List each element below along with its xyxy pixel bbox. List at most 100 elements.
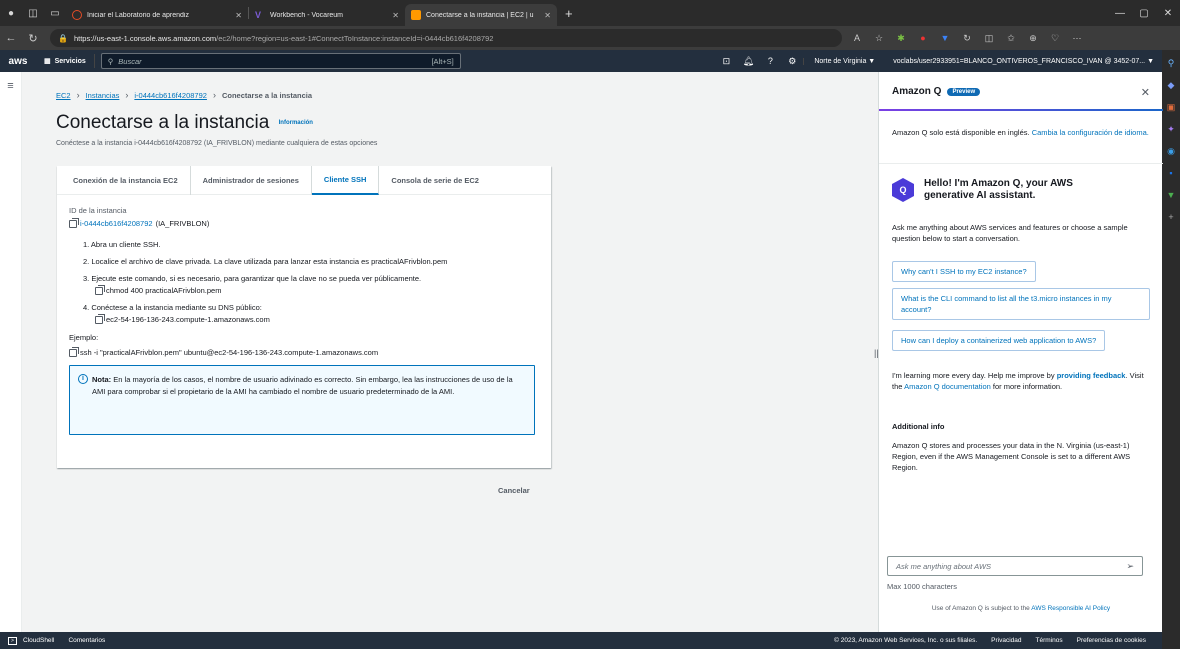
lock-icon: 🔒 — [58, 33, 68, 43]
back-icon[interactable]: ← — [0, 32, 22, 44]
cloudshell-icon[interactable]: ⊡ — [715, 56, 737, 67]
q-terms: Use of Amazon Q is subject to the AWS Re… — [879, 605, 1163, 612]
tab-ec2-instance-connect[interactable]: Conexión de la instancia EC2 — [61, 165, 191, 195]
shopping-icon[interactable]: ◆ — [1162, 76, 1180, 94]
restore-icon[interactable]: ▢ — [1132, 0, 1156, 26]
extension-icon[interactable]: ▼ — [934, 33, 956, 44]
q-chat-input[interactable]: Ask me anything about AWS ➢ — [887, 556, 1143, 576]
split-screen-icon[interactable]: ◫ — [978, 33, 1000, 44]
console-footer: > CloudShell Comentarios © 2023, Amazon … — [0, 632, 1162, 649]
responsible-ai-link[interactable]: AWS Responsible AI Policy — [1031, 605, 1110, 612]
connect-card: Conexión de la instancia EC2 Administrad… — [57, 165, 551, 468]
q-intro: Ask me anything about AWS services and f… — [892, 223, 1128, 243]
breadcrumb-instance-id[interactable]: i-0444cb616f4208792 — [134, 91, 207, 100]
page-title: Conectarse a la instancia Información — [56, 112, 313, 134]
add-icon[interactable]: + — [1162, 208, 1180, 226]
browser-tab-ec2[interactable]: Conectarse a la instancia | EC2 | u ✕ — [405, 4, 557, 26]
q-note-text: Amazon Q solo está disponible en inglés. — [892, 128, 1030, 137]
minimize-icon[interactable]: — — [1108, 0, 1132, 26]
copy-icon[interactable] — [95, 285, 105, 295]
page-title-text: Conectarse a la instancia — [56, 112, 270, 133]
workspaces-icon[interactable]: ◫ — [22, 0, 44, 26]
new-tab-icon[interactable]: + — [565, 6, 573, 21]
profile-icon[interactable]: ● — [0, 0, 22, 26]
account-menu[interactable]: voclabs/user2933951=BLANCO_ONTIVEROS_FRA… — [885, 58, 1162, 65]
region-selector[interactable]: Norte de Virginia ▼ — [803, 57, 885, 65]
tab-session-manager[interactable]: Administrador de sesiones — [191, 165, 312, 195]
services-menu[interactable]: ▦ Servicios — [36, 54, 95, 68]
tab-close-icon[interactable]: ✕ — [544, 11, 551, 20]
refresh-extension-icon[interactable]: ↻ — [956, 33, 978, 44]
documentation-link[interactable]: Amazon Q documentation — [904, 382, 991, 391]
copy-icon[interactable] — [95, 314, 105, 324]
max-characters: Max 1000 characters — [887, 582, 958, 591]
extension-icon[interactable]: ▼ — [1162, 186, 1180, 204]
chevron-right-icon: › — [212, 90, 216, 100]
search-placeholder: Buscar — [118, 56, 142, 66]
url-field[interactable]: 🔒 https://us-east-1.console.aws.amazon.c… — [50, 29, 842, 47]
cancel-button[interactable]: Cancelar — [498, 486, 530, 495]
breadcrumb-ec2[interactable]: EC2 — [56, 91, 71, 100]
copy-icon[interactable] — [69, 217, 79, 228]
tab-ssh-client[interactable]: Cliente SSH — [311, 165, 380, 195]
services-label: Servicios — [54, 57, 86, 65]
refresh-icon[interactable]: ↻ — [22, 32, 44, 45]
tab-actions-icon[interactable]: ▭ — [44, 0, 66, 26]
instance-name: (IA_FRIVBLON) — [155, 219, 210, 228]
settings-icon[interactable]: ⚙ — [781, 56, 803, 67]
extension-icon[interactable]: ✱ — [890, 33, 912, 44]
ssh-steps: 1. Abra un cliente SSH. 2. Localice el a… — [69, 240, 539, 325]
breadcrumb-instances[interactable]: Instancias — [86, 91, 120, 100]
cloudshell-link[interactable]: CloudShell — [23, 637, 54, 644]
tab-close-icon[interactable]: ✕ — [235, 11, 242, 20]
close-icon[interactable]: ✕ — [1141, 86, 1150, 99]
more-icon[interactable]: ⋯ — [1066, 33, 1088, 44]
close-window-icon[interactable]: ✕ — [1156, 0, 1180, 26]
instance-id-link[interactable]: i-0444cb616f4208792 — [80, 219, 153, 228]
suggestion-cli[interactable]: What is the CLI command to list all the … — [892, 288, 1150, 320]
favorites-icon[interactable]: ✩ — [1000, 33, 1022, 44]
extension-icon[interactable]: ● — [912, 33, 934, 44]
suggestion-ssh[interactable]: Why can't I SSH to my EC2 instance? — [892, 261, 1036, 282]
outlook-icon[interactable]: ▪ — [1162, 164, 1180, 182]
copy-icon[interactable] — [69, 346, 79, 357]
aws-logo[interactable]: aws — [0, 56, 36, 67]
q-hello-text: Hello! I'm Amazon Q, your AWS generative… — [924, 178, 1073, 201]
browser-tab-vocareum[interactable]: V Workbench - Vocareum ✕ — [249, 4, 405, 26]
feedback-link[interactable]: Comentarios — [68, 637, 105, 644]
cookie-preferences-link[interactable]: Preferencias de cookies — [1077, 637, 1146, 644]
copilot-icon[interactable]: ◉ — [1162, 142, 1180, 160]
q-learning-note: I'm learning more every day. Help me imp… — [892, 370, 1150, 392]
browser-tab-lab[interactable]: Iniciar el Laboratorio de aprendiz ✕ — [66, 4, 248, 26]
tab-serial-console[interactable]: Consola de serie de EC2 — [379, 166, 491, 195]
terms-link[interactable]: Términos — [1036, 637, 1063, 644]
preview-badge: Preview — [947, 87, 981, 96]
search-input[interactable]: ⚲ Buscar [Alt+S] — [100, 53, 461, 69]
copilot-icon[interactable]: ♡ — [1044, 33, 1066, 44]
help-icon[interactable]: ? — [759, 56, 781, 66]
info-icon: i — [78, 374, 88, 384]
learn-text: for more information. — [992, 382, 1063, 391]
send-icon[interactable]: ➢ — [1126, 561, 1134, 572]
notifications-icon[interactable]: 🔔︎ — [737, 56, 759, 67]
feedback-link[interactable]: providing feedback — [1057, 371, 1126, 380]
tab-close-icon[interactable]: ✕ — [392, 11, 399, 20]
tab-favicon-icon — [72, 10, 82, 20]
tab-title: Conectarse a la instancia | EC2 | u — [426, 11, 534, 19]
additional-info-text: Amazon Q stores and processes your data … — [892, 441, 1131, 472]
collections-icon[interactable]: ⊕ — [1022, 33, 1044, 44]
favorite-star-icon[interactable]: ☆ — [868, 33, 890, 44]
ssh-client-panel: ID de la instancia i-0444cb616f4208792 (… — [69, 206, 539, 435]
menu-icon[interactable]: ≡ — [0, 80, 21, 92]
privacy-link[interactable]: Privacidad — [991, 637, 1021, 644]
tools-icon[interactable]: ▣ — [1162, 98, 1180, 116]
step-2: 2. Localice el archivo de clave privada.… — [83, 257, 448, 266]
games-icon[interactable]: ✦ — [1162, 120, 1180, 138]
change-language-link[interactable]: Cambia la configuración de idioma. — [1032, 128, 1149, 137]
nav-right: ⊡ 🔔︎ ? ⚙ Norte de Virginia ▼ voclabs/use… — [715, 50, 1162, 72]
info-link[interactable]: Información — [279, 120, 313, 126]
read-aloud-icon[interactable]: A — [846, 33, 868, 44]
search-icon[interactable]: ⚲ — [1162, 54, 1180, 72]
suggestion-deploy[interactable]: How can I deploy a containerized web app… — [892, 330, 1106, 351]
q-header: Amazon Q Preview ✕ — [879, 72, 1163, 114]
